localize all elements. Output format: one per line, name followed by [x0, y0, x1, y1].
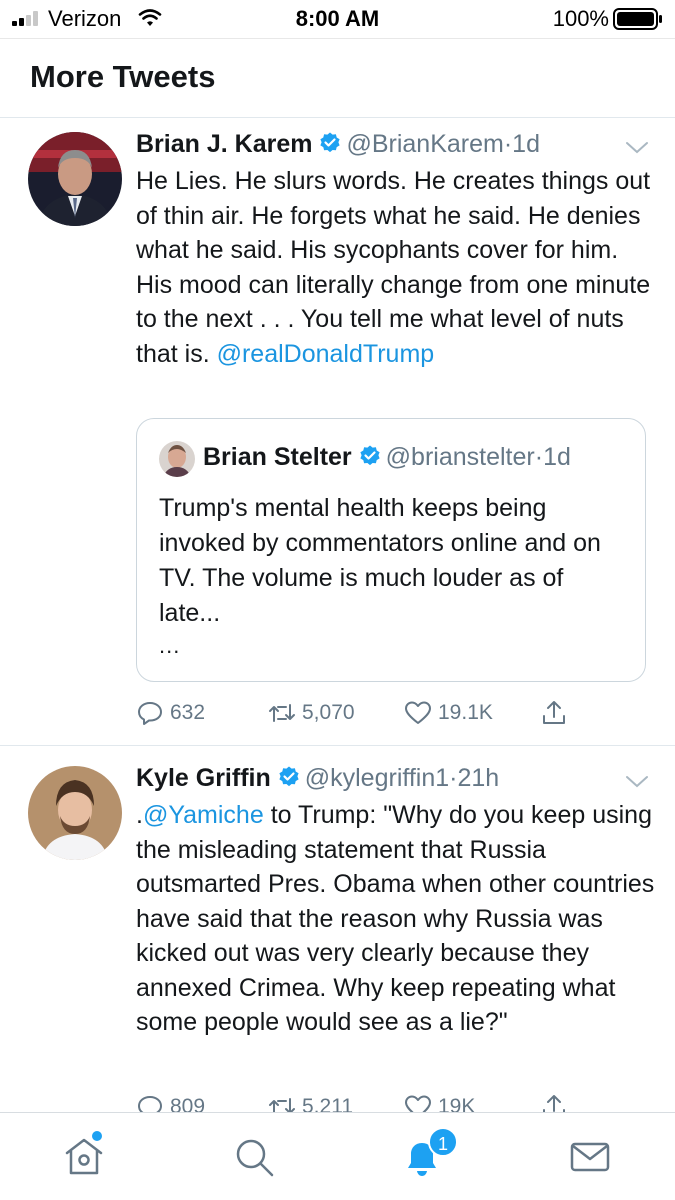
author-handle[interactable]: @BrianKarem [346, 130, 503, 158]
retweet-icon [269, 1098, 295, 1112]
retweet-button[interactable]: 5,211 [268, 1090, 353, 1112]
like-count: 19K [438, 1095, 476, 1112]
share-icon [543, 1095, 565, 1112]
mention-link[interactable]: @Yamiche [143, 801, 264, 829]
retweet-icon [269, 704, 295, 722]
quoted-tweet-text: Trump's mental health keeps being invoke… [159, 494, 601, 627]
verified-badge-icon [279, 766, 299, 787]
tweet-header: Kyle Griffin @kylegriffin1·21h [136, 764, 499, 798]
heart-icon [405, 1095, 431, 1112]
messages-icon[interactable] [568, 1135, 612, 1179]
share-button[interactable] [540, 1090, 574, 1112]
avatar[interactable] [28, 132, 122, 226]
tweet[interactable]: Kyle Griffin @kylegriffin1·21h .@Yamiche … [0, 746, 675, 1112]
separator-dot: · [449, 764, 458, 792]
reply-icon [138, 702, 162, 725]
tweet-header: Brian J. Karem @BrianKarem·1d [136, 130, 540, 164]
chevron-down-icon[interactable] [625, 774, 649, 790]
separator-dot: · [534, 443, 544, 471]
home-unread-dot [92, 1131, 102, 1141]
tweet-actions: 809 5,211 19K [136, 1090, 656, 1112]
status-bar: Verizon 8:00 AM 100% [0, 0, 675, 38]
tweet-body: to Trump: "Why do you keep using the mis… [136, 801, 655, 1036]
tweet-text: He Lies. He slurs words. He creates thin… [136, 164, 656, 371]
quoted-tweet[interactable]: Brian Stelter @brianstelter·1d Trump's me… [136, 418, 646, 682]
verified-badge-icon [360, 445, 380, 466]
like-count: 19.1K [438, 701, 493, 724]
search-icon[interactable] [232, 1135, 276, 1179]
tweet[interactable]: Brian J. Karem @BrianKarem·1d He Lies. He… [0, 118, 675, 746]
retweet-count: 5,211 [302, 1095, 353, 1112]
tweet-time[interactable]: 1d [512, 130, 540, 158]
tweet-body: He Lies. He slurs words. He creates thin… [136, 167, 651, 368]
quoted-author-handle: @brianstelter [385, 443, 535, 471]
reply-button[interactable]: 632 [136, 696, 205, 730]
battery-icon [613, 8, 662, 30]
quoted-tweet-header: Brian Stelter @brianstelter·1d [203, 443, 571, 472]
reply-button[interactable]: 809 [136, 1090, 205, 1112]
avatar [159, 441, 195, 477]
verified-badge-icon [320, 132, 341, 153]
avatar[interactable] [28, 766, 122, 860]
tweet-time[interactable]: 21h [458, 764, 500, 792]
notification-badge: 1 [428, 1127, 458, 1157]
reply-icon [138, 1096, 162, 1112]
reply-count: 809 [170, 1095, 206, 1112]
tweet-text: .@Yamiche to Trump: "Why do you keep usi… [136, 798, 656, 1040]
tab-bar: 1 [0, 1112, 675, 1200]
chevron-down-icon[interactable] [625, 140, 649, 156]
quoted-tweet-ellipsis: ... [159, 633, 181, 658]
share-button[interactable] [540, 696, 574, 730]
reply-count: 632 [170, 701, 206, 724]
tweet-actions: 632 5,070 19.1K [136, 696, 656, 730]
page-title: More Tweets [30, 59, 216, 94]
retweet-button[interactable]: 5,070 [268, 696, 355, 730]
separator-dot: · [503, 130, 513, 158]
quoted-tweet-time: 1d [543, 443, 571, 471]
quoted-author-name: Brian Stelter [203, 443, 352, 471]
home-icon[interactable] [62, 1135, 106, 1179]
author-handle[interactable]: @kylegriffin1 [305, 764, 449, 792]
like-button[interactable]: 19.1K [404, 696, 493, 730]
heart-icon [405, 701, 431, 724]
mention-link[interactable]: @realDonaldTrump [217, 340, 435, 368]
tweet-body-prefix: . [136, 801, 143, 829]
header: More Tweets [0, 38, 675, 118]
author-name[interactable]: Brian J. Karem [136, 130, 312, 158]
share-icon [543, 701, 565, 724]
retweet-count: 5,070 [302, 701, 355, 724]
author-name[interactable]: Kyle Griffin [136, 764, 271, 792]
battery-percent: 100% [552, 6, 609, 31]
like-button[interactable]: 19K [404, 1090, 475, 1112]
